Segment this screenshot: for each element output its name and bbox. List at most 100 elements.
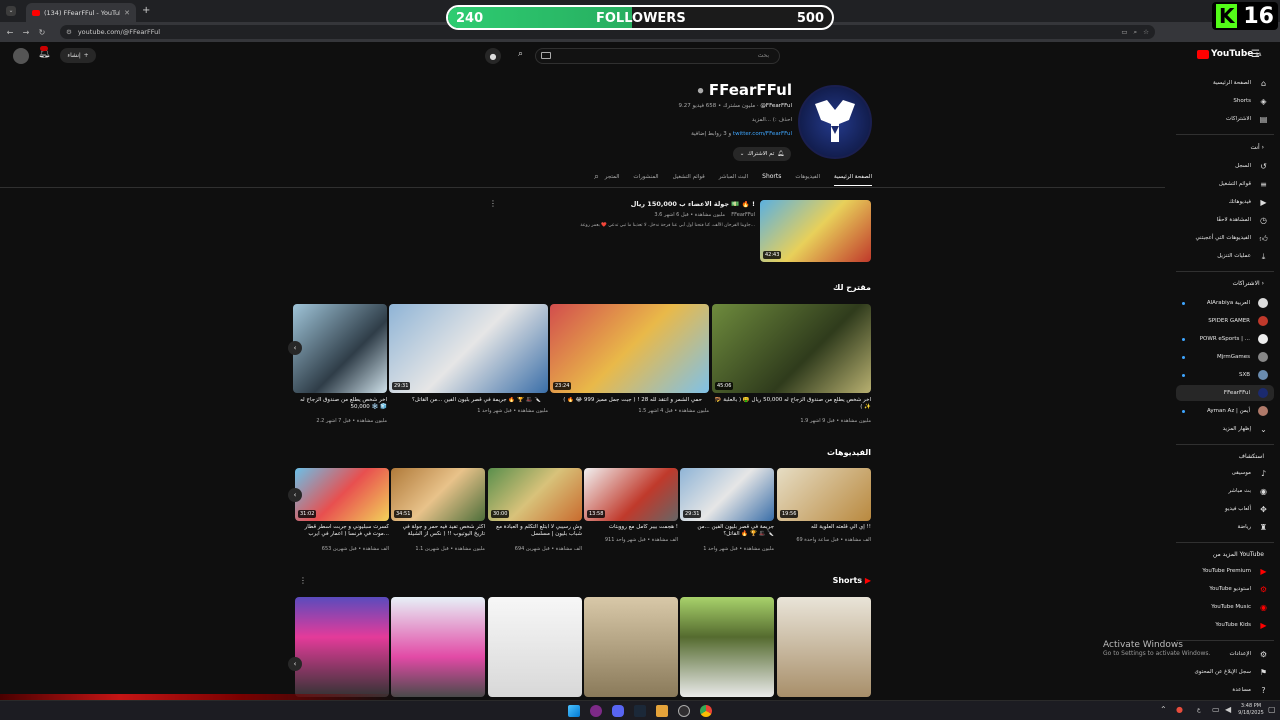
for-you-thumbnail-3[interactable]: 29:31 [389,304,548,393]
sidebar-sub-mjrmgames[interactable]: MjrmGames [1176,349,1274,365]
tab-home[interactable]: الصفحة الرئيسية [834,170,872,186]
videos-prev-arrow[interactable]: ‹ [288,488,302,502]
tray-language[interactable]: ع [1197,706,1201,713]
video-title-3[interactable]: هجمت بيبر كامل مع رووبتات ! [584,524,678,531]
short-thumbnail-5[interactable] [391,597,485,697]
sidebar-item-kids[interactable]: YouTube Kids ▶ [1176,617,1274,633]
bookmark-star-icon[interactable]: ☆ [1143,28,1149,36]
video-thumbnail-6[interactable]: 31:02 [295,468,389,521]
tab-videos[interactable]: الفيديوهات [795,170,820,186]
for-you-title-3[interactable]: جريمة في قصر بليون ألفين ...من القاتل؟ 🔥… [389,397,541,404]
sidebar-item-playlists[interactable]: قوائم التشغيل ≡ [1176,176,1274,192]
sidebar-item-home[interactable]: الصفحة الرئيسية ⌂ [1176,75,1274,91]
for-you-title-2[interactable]: حمي الشمر و انتقد لله 28 ! ( جبت جمل ممي… [550,397,702,404]
channel-description[interactable]: احذف :) ...المزيد [592,117,792,123]
for-you-thumbnail-4[interactable] [293,304,387,393]
sidebar-item-sports[interactable]: رياضة ♜ [1176,519,1274,535]
create-button[interactable]: إنشاء + [60,48,96,63]
subscribed-button[interactable]: ⌄ تم الاشتراك 🔔︎ [733,147,791,161]
tray-clock[interactable]: 3:48 PM 9/18/2025 [1236,703,1266,717]
new-tab-button[interactable]: + [142,5,150,16]
sidebar-item-music-app[interactable]: YouTube Music ◉ [1176,599,1274,615]
sidebar-you-heading[interactable]: أنت › [1250,144,1264,151]
close-tab-icon[interactable]: ✕ [124,9,130,17]
forward-icon[interactable]: → [18,28,34,37]
search-submit-icon[interactable]: ⌕ [518,49,523,59]
shorts-prev-arrow[interactable]: ‹ [288,657,302,671]
sidebar-sub-spider-gamer[interactable]: SPIDER GAMER [1176,313,1274,329]
for-you-thumbnail-1[interactable]: 45:06 [712,304,871,393]
browser-tab[interactable]: (134) FFearFFul - YouTube ✕ [26,3,136,22]
for-you-title-1[interactable]: آخر شخص يطلع من صندوق الزجاج له 50,000 ر… [712,397,871,412]
for-you-thumbnail-2[interactable]: 23:24 [550,304,709,393]
for-you-prev-arrow[interactable]: ‹ [288,341,302,355]
taskbar-steam-icon[interactable] [634,705,646,717]
sidebar-item-history[interactable]: السجل ↺ [1176,158,1274,174]
taskbar-app-icon[interactable] [590,705,602,717]
taskbar-chrome-icon[interactable] [700,705,712,717]
video-title-1[interactable]: إي الي قلعته العلوية لله !! [777,524,871,531]
for-you-title-4[interactable]: آخر شخص يطلع من صندوق الزجاج له 50,000 ❄… [293,397,387,412]
windows-start-icon[interactable] [568,705,580,717]
channel-twitter-link[interactable]: twitter.com/FFearFFul [733,131,792,137]
voice-search-button[interactable]: ● [485,48,501,64]
sidebar-sub-alarabiya[interactable]: AlArabiya العربية [1176,295,1274,311]
sidebar-item-downloads[interactable]: عمليات التنزيل ⤓ [1176,248,1274,264]
video-title-5[interactable]: اكثر شخص تفيد فيه حمر و جولة في تاريخ ال… [391,524,485,538]
sidebar-item-gaming[interactable]: ألعاب فيديو ✥ [1176,501,1274,517]
sidebar-item-report[interactable]: سجل الإبلاغ عن المحتوى ⚑ [1176,664,1274,680]
tab-shorts[interactable]: Shorts [762,170,781,186]
video-thumbnail-1[interactable]: 19:56 [777,468,871,521]
search-input[interactable]: بحث [535,48,780,64]
video-title-6[interactable]: كسرت سبليوني و جربت اسطر قطار موت في فرن… [295,524,389,538]
video-thumbnail-3[interactable]: 13:58 [584,468,678,521]
back-icon[interactable]: ← [2,28,18,37]
sidebar-item-music[interactable]: موسيقى ♪ [1176,465,1274,481]
tray-network-icon[interactable]: ▭ [1212,705,1220,714]
channel-links[interactable]: و 3 روابط إضافية twitter.com/FFearFFul [592,131,792,137]
featured-video-thumbnail[interactable]: 42:43 [760,200,871,262]
featured-video-title[interactable]: جولة الأعضاء ب 150,000 ريال 💵 🔥 ! [560,201,755,208]
channel-avatar[interactable] [798,85,872,159]
taskbar-obs-icon[interactable] [678,705,690,717]
sidebar-item-live[interactable]: بث مباشر ◉ [1176,483,1274,499]
video-title-4[interactable]: وش رسيبي لا ابتلع التكلم و العبادة مع شب… [488,524,582,538]
account-avatar[interactable] [13,48,29,64]
sidebar-item-studio[interactable]: YouTube استوديو ⚙ [1176,581,1274,597]
video-thumbnail-5[interactable]: 34:51 [391,468,485,521]
sidebar-sub-ffearfful[interactable]: FFearFFul [1176,385,1274,401]
sidebar-subs-heading[interactable]: الاشتراكات › [1232,280,1264,287]
tab-playlists[interactable]: قوائم التشغيل [673,170,705,186]
sidebar-item-help[interactable]: مساعدة? [1176,682,1274,698]
sidebar-item-your-videos[interactable]: فيديوهاتك ▶ [1176,194,1274,210]
sidebar-item-premium[interactable]: YouTube Premium ▶ [1176,563,1274,579]
search-keyboard-icon[interactable] [541,52,551,59]
tray-mic-icon[interactable]: ● [1176,705,1183,714]
reload-icon[interactable]: ↻ [34,28,50,37]
short-thumbnail-3[interactable] [584,597,678,697]
install-icon[interactable]: ▭ [1121,28,1127,36]
tab-search-button[interactable]: ⌄ [6,6,16,16]
video-thumbnail-4[interactable]: 30:00 [488,468,582,521]
sidebar-item-liked[interactable]: الفيديوهات التي أعجبتني 👍︎ [1176,230,1274,246]
sidebar-show-more[interactable]: إظهار المزيد ⌄ [1176,421,1274,437]
sidebar-sub-ayman[interactable]: Ayman Az | أيمن [1176,403,1274,419]
tab-store[interactable]: المتجر [605,170,620,186]
url-text[interactable]: youtube.com/@FFearFFul [78,28,160,36]
sidebar-item-subscriptions[interactable]: الاشتراكات ▤ [1176,111,1274,127]
short-thumbnail-1[interactable] [777,597,871,697]
tab-posts[interactable]: المنشورات [633,170,658,186]
sidebar-item-shorts[interactable]: Shorts ◈ [1176,93,1274,109]
featured-more-icon[interactable]: ⋮ [489,199,497,208]
taskbar-discord-icon[interactable] [612,705,624,717]
tray-notification-icon[interactable]: ▢ [1268,705,1276,714]
shorts-more-icon[interactable]: ⋮ [299,576,307,585]
video-title-2[interactable]: جريمة في قصر بليون ألفين ...من القاتل؟ 🔥… [680,524,774,538]
short-thumbnail-4[interactable] [488,597,582,697]
sidebar-sub-powr[interactable]: POWR eSports | ... [1176,331,1274,347]
site-info-icon[interactable]: ⚙ [66,28,72,36]
short-thumbnail-2[interactable] [680,597,774,697]
tab-live[interactable]: البث المباشر [719,170,748,186]
guide-menu-icon[interactable]: ☰ [1251,49,1260,60]
tray-volume-icon[interactable]: ◀ [1225,705,1231,714]
